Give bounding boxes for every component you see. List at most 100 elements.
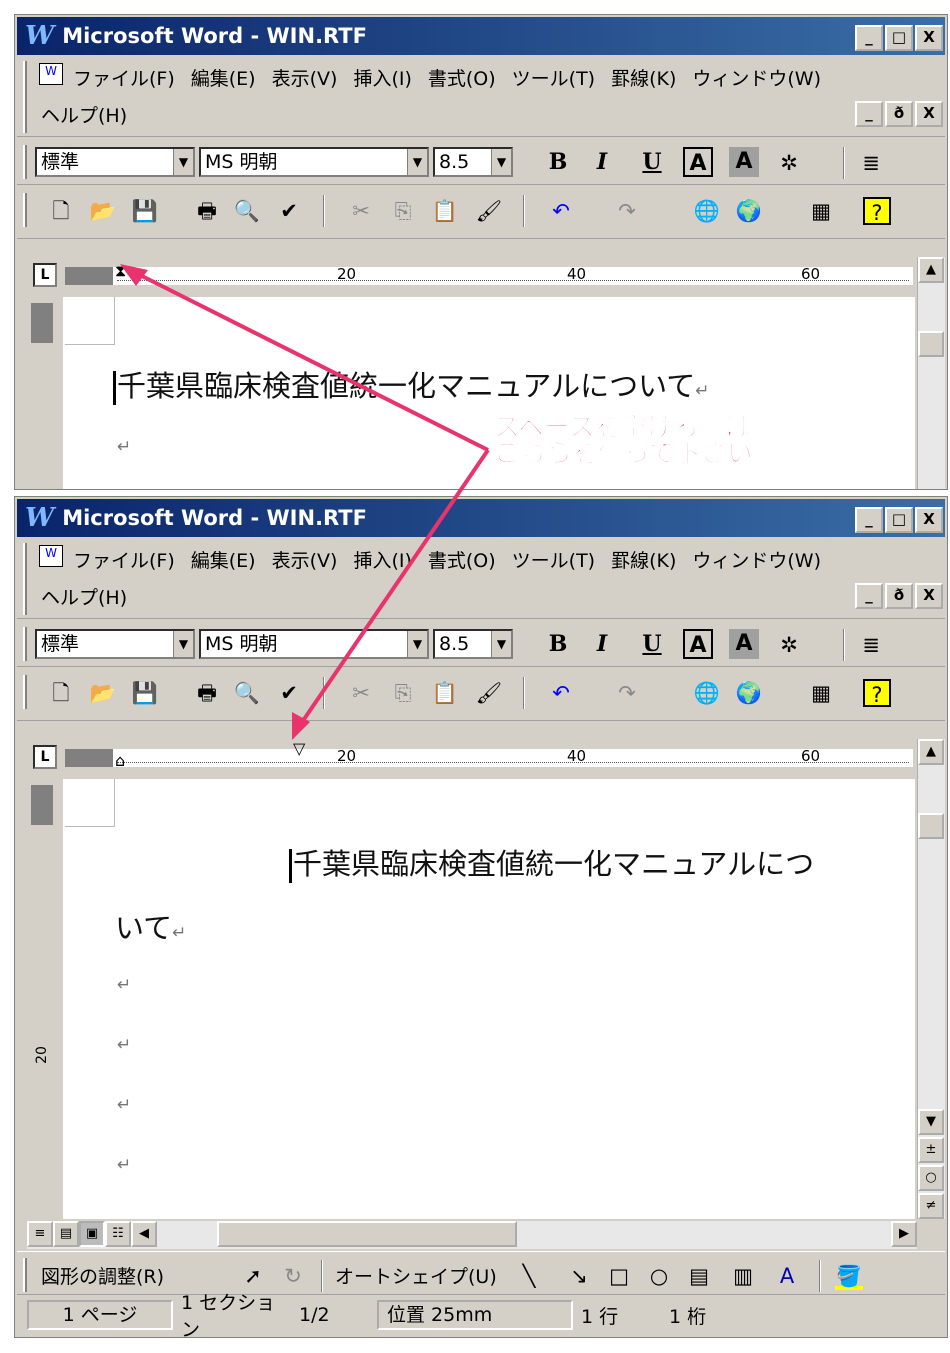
wordart-icon[interactable]: A xyxy=(773,1262,801,1290)
scroll-up-button[interactable]: ▲ xyxy=(918,739,944,765)
normal-view-button[interactable]: ≡ xyxy=(27,1221,53,1247)
close-button[interactable]: X xyxy=(915,507,943,533)
help-icon[interactable]: ? xyxy=(863,679,891,707)
vertical-textbox-icon[interactable]: ▥ xyxy=(729,1262,757,1290)
undo-icon[interactable]: ↶ xyxy=(547,679,575,707)
document-icon[interactable]: W xyxy=(39,63,63,85)
toolbar-grip[interactable] xyxy=(23,675,27,709)
print-preview-icon[interactable]: 🔍 xyxy=(233,679,261,707)
web-layout-button[interactable]: ▤ xyxy=(53,1221,79,1247)
first-line-indent-marker[interactable]: ⧗ xyxy=(115,261,126,281)
draw-table-icon[interactable]: ▦ xyxy=(807,197,835,225)
scroll-thumb[interactable] xyxy=(918,813,944,839)
web-icon[interactable]: 🌐 xyxy=(693,679,721,707)
border-char-button[interactable]: A xyxy=(683,147,713,177)
globe-icon[interactable]: 🌍 xyxy=(735,679,763,707)
print-icon[interactable]: 🖶 xyxy=(193,679,221,707)
chevron-down-icon[interactable]: ▼ xyxy=(407,631,427,657)
chevron-down-icon[interactable]: ▼ xyxy=(491,149,511,175)
scroll-thumb[interactable] xyxy=(918,331,944,357)
previous-page-button[interactable]: ± xyxy=(918,1137,944,1163)
select-pointer-icon[interactable]: ➚ xyxy=(239,1262,267,1290)
doc-restore-button[interactable]: ð xyxy=(885,101,913,127)
document-page[interactable]: 千葉県臨床検査値統一化マニュアルにつ いて↵ ↵ ↵ ↵ ↵ xyxy=(63,779,915,1219)
next-page-button[interactable]: ≠ xyxy=(918,1193,944,1219)
menu-edit[interactable]: 編集(E) xyxy=(191,64,256,91)
scroll-down-button[interactable]: ▼ xyxy=(918,1109,944,1135)
vertical-scrollbar[interactable]: ▲ xyxy=(917,257,945,489)
toolbar-grip[interactable] xyxy=(23,543,27,615)
adjust-shapes-menu[interactable]: 図形の調整(R) xyxy=(41,1262,164,1289)
menu-tools[interactable]: ツール(T) xyxy=(512,64,595,91)
scroll-right-button[interactable]: ▶ xyxy=(891,1221,917,1247)
doc-minimize-button[interactable]: _ xyxy=(855,101,883,127)
redo-icon[interactable]: ↷ xyxy=(613,197,641,225)
globe-icon[interactable]: 🌍 xyxy=(735,197,763,225)
menu-help[interactable]: ヘルプ(H) xyxy=(41,583,127,610)
arrow-icon[interactable]: ↘ xyxy=(565,1262,593,1290)
oval-icon[interactable]: ○ xyxy=(645,1262,673,1290)
underline-button[interactable]: U xyxy=(637,629,667,659)
textbox-icon[interactable]: ▤ xyxy=(685,1262,713,1290)
font-size-select[interactable]: 8.5 ▼ xyxy=(433,147,513,177)
outline-view-button[interactable]: ☷ xyxy=(105,1221,131,1247)
scroll-left-button[interactable]: ◀ xyxy=(131,1221,157,1247)
format-painter-icon[interactable]: 🖌 xyxy=(475,197,503,225)
menu-table[interactable]: 罫線(K) xyxy=(611,546,676,573)
toolbar-grip[interactable] xyxy=(23,145,27,179)
style-select[interactable]: 標準 ▼ xyxy=(35,629,195,659)
close-button[interactable]: X xyxy=(915,25,943,51)
border-char-button[interactable]: A xyxy=(683,629,713,659)
autoshape-menu[interactable]: オートシェイプ(U) xyxy=(335,1262,497,1289)
title-bar[interactable]: W Microsoft Word - WIN.RTF _ □ X xyxy=(17,499,945,537)
toolbar-grip[interactable] xyxy=(23,193,27,227)
italic-button[interactable]: I xyxy=(587,147,617,177)
draw-table-icon[interactable]: ▦ xyxy=(807,679,835,707)
doc-close-button[interactable]: X xyxy=(915,583,943,609)
spelling-icon[interactable]: ✔ xyxy=(275,197,303,225)
copy-icon[interactable]: ⎘ xyxy=(389,197,417,225)
web-icon[interactable]: 🌐 xyxy=(693,197,721,225)
toolbar-grip[interactable] xyxy=(23,61,27,133)
underline-button[interactable]: U xyxy=(637,147,667,177)
font-select[interactable]: MS 明朝 ▼ xyxy=(199,147,429,177)
tab-selector-icon[interactable]: L xyxy=(33,263,57,287)
menu-help[interactable]: ヘルプ(H) xyxy=(41,101,127,128)
format-painter-icon[interactable]: 🖌 xyxy=(475,679,503,707)
cut-icon[interactable]: ✂ xyxy=(347,679,375,707)
save-icon[interactable]: 💾 xyxy=(131,679,159,707)
menu-file[interactable]: ファイル(F) xyxy=(73,546,175,573)
document-text-line2[interactable]: いて↵ xyxy=(115,905,186,947)
menu-file[interactable]: ファイル(F) xyxy=(73,64,175,91)
style-select[interactable]: 標準 ▼ xyxy=(35,147,195,177)
tab-selector-icon[interactable]: L xyxy=(33,745,57,769)
print-preview-icon[interactable]: 🔍 xyxy=(233,197,261,225)
spelling-icon[interactable]: ✔ xyxy=(275,679,303,707)
menu-window[interactable]: ウィンドウ(W) xyxy=(692,546,821,573)
maximize-button[interactable]: □ xyxy=(885,25,913,51)
document-icon[interactable]: W xyxy=(39,545,63,567)
open-folder-icon[interactable]: 📂 xyxy=(89,197,117,225)
font-select[interactable]: MS 明朝 ▼ xyxy=(199,629,429,659)
toolbar-grip[interactable] xyxy=(23,1258,27,1292)
minimize-button[interactable]: _ xyxy=(855,507,883,533)
scroll-up-button[interactable]: ▲ xyxy=(918,257,944,283)
doc-minimize-button[interactable]: _ xyxy=(855,583,883,609)
first-line-indent-marker[interactable]: ▽ xyxy=(293,739,305,758)
phonetic-guide-icon[interactable]: ✲ xyxy=(775,631,803,659)
new-document-icon[interactable]: 🗋 xyxy=(47,197,75,225)
line-icon[interactable]: ╲ xyxy=(515,1262,543,1290)
undo-icon[interactable]: ↶ xyxy=(547,197,575,225)
document-page[interactable]: 千葉県臨床検査値統一化マニュアルについて↵ ↵ xyxy=(63,297,915,489)
chevron-down-icon[interactable]: ▼ xyxy=(491,631,511,657)
select-browse-object-button[interactable]: ○ xyxy=(918,1165,944,1191)
horizontal-ruler[interactable]: L 20 40 60 ⧗ xyxy=(27,255,919,295)
align-justify-icon[interactable]: ≣ xyxy=(857,631,885,659)
menu-format[interactable]: 書式(O) xyxy=(428,64,496,91)
open-folder-icon[interactable]: 📂 xyxy=(89,679,117,707)
chevron-down-icon[interactable]: ▼ xyxy=(407,149,427,175)
bold-button[interactable]: B xyxy=(543,147,573,177)
new-document-icon[interactable]: 🗋 xyxy=(47,679,75,707)
fill-color-icon[interactable]: 🪣 xyxy=(835,1262,863,1290)
bold-button[interactable]: B xyxy=(543,629,573,659)
